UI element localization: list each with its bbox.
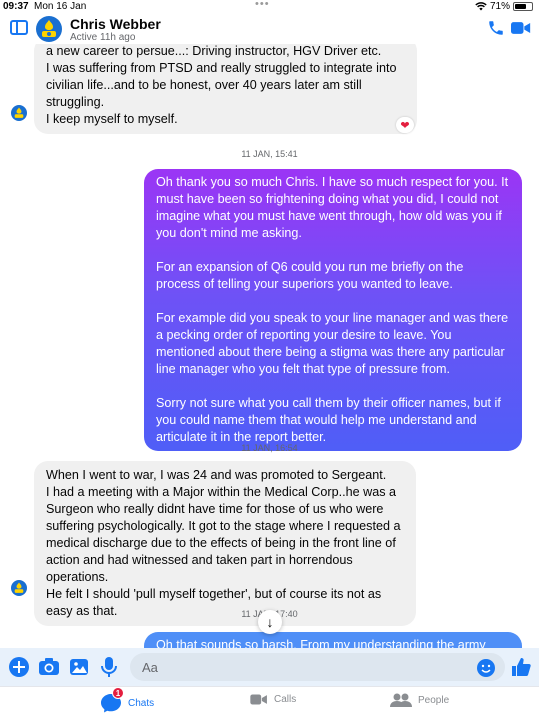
wifi-icon [475,2,487,11]
reaction-heart[interactable]: ❤ [396,117,414,133]
battery-level [515,4,527,9]
message-list[interactable]: a new career to persue...: Driving instr… [0,44,539,648]
message-timestamp: 11 JAN, 16:54 [241,443,298,453]
message-timestamp: 11 JAN, 15:41 [241,149,298,159]
message-text: a new career to persue...: Driving instr… [46,44,397,126]
tab-label: People [418,694,450,706]
message-text: When I went to war, I was 24 and was pro… [46,468,401,618]
status-bar: 09:37 Mon 16 Jan ••• 71% [0,0,539,14]
battery-icon [513,2,533,11]
gallery-icon[interactable] [68,656,90,678]
arrow-down-icon: ↓ [266,614,274,630]
multitasking-dots[interactable]: ••• [255,0,270,10]
message-bubble-incoming[interactable]: When I went to war, I was 24 and was pro… [34,461,416,626]
status-right: 71% [475,1,533,12]
bottom-tab-bar: 1 Chats Calls People [0,686,539,719]
heart-icon: ❤ [400,119,410,132]
tab-people[interactable]: People [390,693,449,707]
message-composer [0,648,539,686]
tab-label: Calls [274,694,297,705]
scroll-to-bottom-button[interactable]: ↓ [258,610,282,634]
video-call-icon[interactable] [511,20,531,36]
battery-percent: 71% [489,1,510,12]
tab-chats[interactable]: 1 Chats [100,687,155,713]
status-time: 09:37 [3,1,29,12]
phone-call-icon[interactable] [487,19,505,37]
message-paragraph: For an expansion of Q6 could you run me … [156,260,467,291]
emoji-icon[interactable] [476,658,496,678]
people-icon [390,693,412,707]
message-input[interactable] [130,653,505,681]
avatar[interactable] [36,16,62,42]
tab-calls[interactable]: Calls [250,693,296,706]
message-paragraph: Oh thank you so much Chris. I have so mu… [156,175,512,240]
message-paragraph: Oh that sounds so harsh. From my underst… [156,638,486,648]
camera-icon[interactable] [38,656,60,678]
message-bubble-incoming[interactable]: a new career to persue...: Driving instr… [34,44,417,134]
plus-circle-icon[interactable] [8,656,30,678]
conversation-header: Chris Webber Active 11h ago [0,14,539,44]
sidebar-toggle-icon[interactable] [10,20,28,35]
message-paragraph: Sorry not sure what you call them by the… [156,396,505,444]
contact-active-status: Active 11h ago [70,32,136,43]
avatar[interactable] [11,105,27,121]
microphone-icon[interactable] [98,656,120,678]
video-camera-icon [250,694,267,705]
tab-label: Chats [128,697,155,709]
message-bubble-outgoing[interactable]: Oh thank you so much Chris. I have so mu… [144,169,522,451]
unread-badge: 1 [112,687,124,699]
thumbs-up-icon[interactable] [510,656,532,678]
message-paragraph: For example did you speak to your line m… [156,311,512,376]
avatar[interactable] [11,580,27,596]
message-bubble-outgoing[interactable]: Oh that sounds so harsh. From my underst… [144,632,522,648]
status-date: Mon 16 Jan [34,1,87,12]
contact-name[interactable]: Chris Webber [70,16,161,32]
